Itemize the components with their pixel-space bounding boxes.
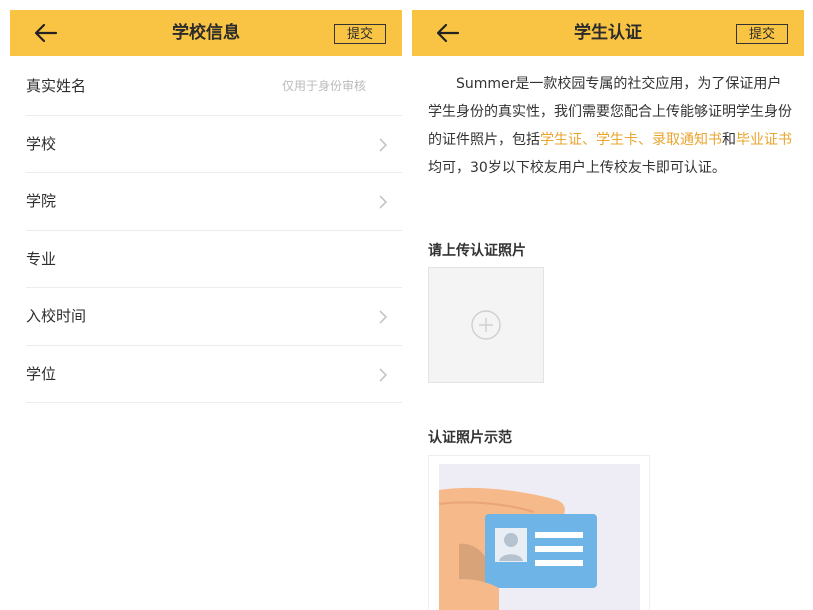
graduation-certificate-highlight: 毕业证书 — [736, 132, 792, 148]
chevron-right-icon — [379, 310, 388, 324]
field-college[interactable]: 学院 — [26, 173, 402, 231]
header-bar: 学生认证 提交 — [412, 10, 804, 56]
field-placeholder: 仅用于身份审核 — [281, 79, 366, 93]
field-label: 学位 — [26, 364, 57, 383]
submit-button[interactable]: 提交 — [736, 24, 788, 44]
back-arrow-icon[interactable] — [32, 19, 60, 47]
field-label: 入校时间 — [26, 307, 87, 325]
submit-button[interactable]: 提交 — [334, 24, 386, 44]
chevron-right-icon — [379, 195, 388, 209]
school-info-screen: 学校信息 提交 真实姓名 仅用于身份审核 学校 学院 专业 入校时间 学位 — [10, 0, 402, 610]
field-real-name[interactable]: 真实姓名 仅用于身份审核 — [26, 58, 402, 116]
field-school[interactable]: 学校 — [26, 116, 402, 173]
field-label: 专业 — [26, 249, 57, 268]
field-degree[interactable]: 学位 — [26, 346, 402, 403]
sample-photo — [428, 455, 650, 610]
field-enrollment-date[interactable]: 入校时间 — [26, 288, 402, 346]
intro-text: 和 — [722, 132, 736, 148]
verification-intro-text: Summer是一款校园专属的社交应用，为了保证用户学生身份的真实性，我们需要您配… — [428, 70, 794, 182]
sample-photo-frame — [439, 464, 640, 610]
accepted-documents-highlight: 学生证、学生卡、录取通知书 — [540, 132, 722, 148]
student-verification-screen: 学生认证 提交 Summer是一款校园专属的社交应用，为了保证用户学生身份的真实… — [412, 0, 804, 610]
field-label: 真实姓名 — [26, 77, 87, 95]
header-bar: 学校信息 提交 — [10, 10, 402, 56]
field-label: 学校 — [26, 134, 57, 153]
id-card-illustration — [439, 487, 597, 610]
upload-section-title: 请上传认证照片 — [428, 243, 526, 259]
field-major[interactable]: 专业 — [26, 231, 402, 288]
school-info-form: 真实姓名 仅用于身份审核 学校 学院 专业 入校时间 学位 — [10, 58, 402, 403]
add-photo-plus-icon — [471, 310, 501, 340]
intro-text: 均可，30岁以下校友用户上传校友卡即可认证。 — [428, 160, 726, 176]
sample-section-title: 认证照片示范 — [428, 430, 512, 446]
back-arrow-icon[interactable] — [434, 19, 462, 47]
upload-photo-button[interactable] — [428, 267, 544, 383]
field-label: 学院 — [26, 192, 57, 210]
chevron-right-icon — [379, 367, 388, 382]
chevron-right-icon — [379, 137, 388, 152]
